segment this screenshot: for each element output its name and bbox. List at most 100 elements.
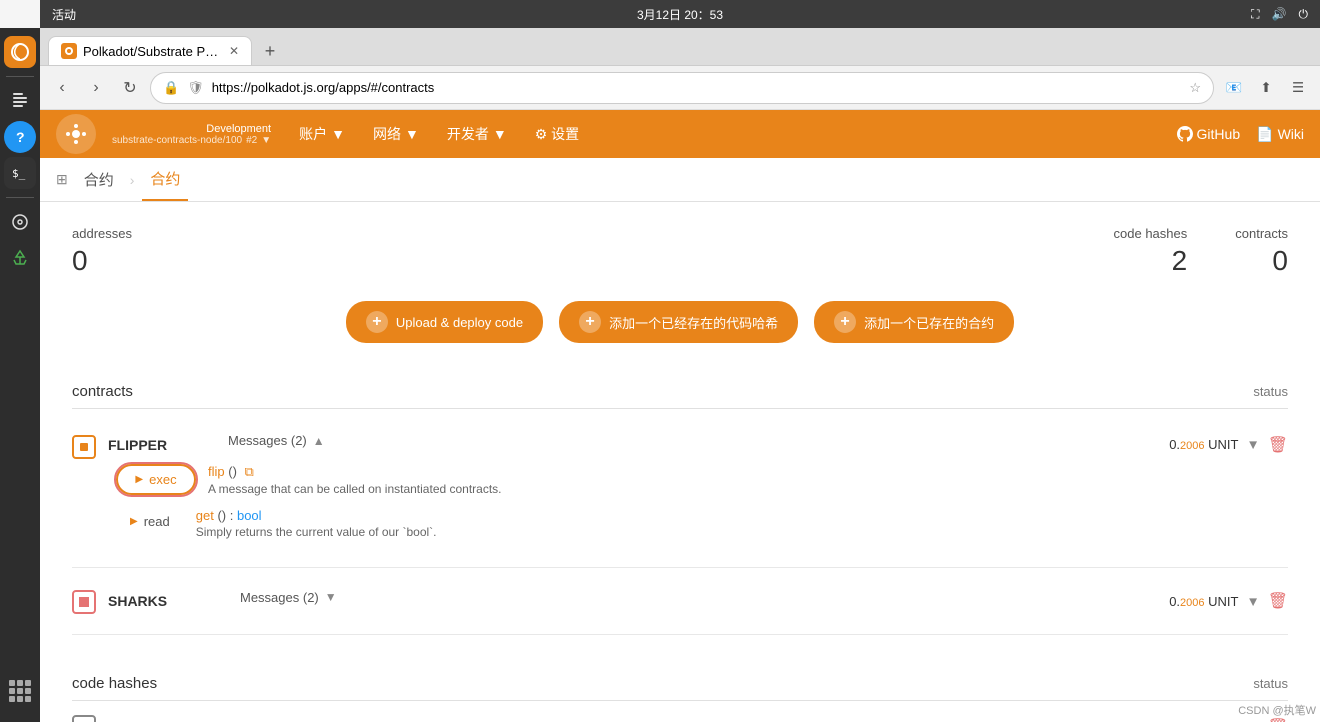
code-hashes-status-label: status	[1253, 676, 1288, 691]
browser-tabs-bar: Polkadot/Substrate Port... ✕ +	[40, 28, 1320, 66]
flipper-right: 0.2006 UNIT ▼ 🗑	[1169, 435, 1288, 455]
forward-button[interactable]: ›	[82, 74, 110, 102]
get-fn-return: bool	[237, 508, 262, 523]
add-code-hash-button[interactable]: + 添加一个已经存在的代码哈希	[559, 301, 798, 343]
nav-settings[interactable]: ⚙ 设置	[523, 118, 591, 150]
os-top-bar-right: ⛶ 🔊 ⏻	[1251, 7, 1308, 22]
firefox-icon[interactable]	[4, 36, 36, 68]
page-tabs: ⊞ 合约 › 合约	[40, 158, 1320, 202]
security-icon: 🔒	[163, 80, 179, 96]
sharks-chevron-button[interactable]: ▼	[1246, 594, 1259, 609]
contracts-section-header: contracts status	[72, 375, 1288, 409]
stat-contracts: contracts 0	[1235, 226, 1288, 277]
volume-icon: 🔊	[1272, 7, 1287, 21]
node-name: substrate-contracts-node/100	[112, 135, 242, 146]
flipper-copy-hash-button[interactable]: ⧉	[1173, 719, 1183, 722]
add-hash-label: 添加一个已经存在的代码哈希	[609, 313, 778, 332]
get-description: Simply returns the current value of our …	[196, 525, 1280, 539]
flipper-unit-display: 0.2006 UNIT	[1169, 437, 1238, 452]
help-icon[interactable]: ?	[4, 121, 36, 153]
addresses-value: 0	[72, 245, 132, 277]
terminal-icon[interactable]: $_	[4, 157, 36, 189]
menu-button[interactable]: ☰	[1284, 74, 1312, 102]
get-message-row: ▶ read get () : bool	[108, 508, 1288, 539]
add-hash-plus-icon: +	[579, 311, 601, 333]
svg-text:?: ?	[16, 129, 25, 145]
action-buttons: + Upload & deploy code + 添加一个已经存在的代码哈希 +…	[72, 301, 1288, 343]
url-input[interactable]	[212, 80, 1182, 95]
code-hashes-value: 2	[1114, 245, 1188, 277]
refresh-button[interactable]: ↻	[116, 74, 144, 102]
tab-close-button[interactable]: ✕	[229, 44, 239, 58]
nav-brand[interactable]: Development substrate-contracts-node/100…	[112, 123, 271, 146]
apps-grid-icon[interactable]	[5, 676, 35, 706]
browser-window: Polkadot/Substrate Port... ✕ + ‹ › ↻ 🔒 🛡…	[40, 28, 1320, 722]
nav-developer[interactable]: 开发者 ▼	[435, 118, 519, 150]
flip-copy-icon[interactable]: ⧉	[245, 464, 254, 479]
flip-exec-button[interactable]: ▶ exec	[116, 464, 196, 495]
stats-right: code hashes 2 contracts 0	[1114, 226, 1288, 277]
add-contract-label: 添加一个已存在的合约	[864, 313, 994, 332]
flip-title: flip () ⧉	[208, 464, 1280, 480]
code-hashes-title: code hashes	[72, 675, 157, 692]
sharks-icon	[72, 590, 96, 614]
get-title: get () : bool	[196, 508, 1280, 523]
flipper-messages-toggle[interactable]: Messages (2) ▲	[228, 433, 1169, 448]
add-contract-button[interactable]: + 添加一个已存在的合约	[814, 301, 1014, 343]
accounts-arrow: ▼	[331, 126, 345, 142]
flip-fn-name: flip	[208, 464, 225, 479]
flipper-code-icon: </>	[72, 715, 96, 722]
bookmarks-button[interactable]: 📧	[1220, 74, 1248, 102]
files-icon[interactable]	[4, 85, 36, 117]
wiki-icon: 📄	[1256, 126, 1273, 143]
contracts-value: 0	[1235, 245, 1288, 277]
app-navbar: Development substrate-contracts-node/100…	[40, 110, 1320, 158]
flip-play-icon: ▶	[135, 474, 143, 485]
developer-arrow: ▼	[493, 126, 507, 142]
get-read-button[interactable]: ▶ read	[116, 508, 184, 535]
flipper-messages-label: Messages (2)	[228, 433, 307, 448]
nav-network[interactable]: 网络 ▼	[361, 118, 431, 150]
contracts-label: contracts	[1235, 226, 1288, 241]
sharks-unit-prefix: 0.	[1169, 594, 1180, 609]
address-bar: 🔒 🛡 ☆	[150, 72, 1214, 104]
tab-contracts-1[interactable]: 合约	[76, 159, 122, 200]
sharks-messages-label: Messages (2)	[240, 590, 319, 605]
disc-icon[interactable]	[4, 206, 36, 238]
browser-toolbar: ‹ › ↻ 🔒 🛡 ☆ 📧 ⬆ ☰	[40, 66, 1320, 110]
flipper-chevron-button[interactable]: ▼	[1246, 437, 1259, 452]
flipper-code-hash-row: </> FLIPPER Constructors (2) ▼ 0xa816ab.…	[72, 701, 1288, 722]
sharks-contract-row: SHARKS Messages (2) ▼ 0.2006 UNIT ▼ 🗑	[72, 568, 1288, 635]
tab-favicon	[61, 43, 77, 59]
new-tab-button[interactable]: +	[256, 37, 284, 65]
back-button[interactable]: ‹	[48, 74, 76, 102]
sharks-unit-display: 0.2006 UNIT	[1169, 594, 1238, 609]
flipper-content: FLIPPER Messages (2) ▲ 0.2006	[108, 433, 1288, 551]
github-link[interactable]: GitHub	[1177, 126, 1241, 142]
nav-menu-items: 账户 ▼ 网络 ▼ 开发者 ▼ ⚙ 设置	[287, 118, 591, 150]
contracts-status-label: status	[1253, 384, 1288, 399]
nav-right: GitHub 📄 Wiki	[1177, 126, 1304, 143]
wiki-link[interactable]: 📄 Wiki	[1256, 126, 1304, 143]
recycle-icon[interactable]	[4, 242, 36, 274]
browser-tab-active[interactable]: Polkadot/Substrate Port... ✕	[48, 36, 252, 65]
add-contract-plus-icon: +	[834, 311, 856, 333]
get-read-label: read	[144, 514, 170, 529]
flip-fn-params: ()	[228, 464, 237, 479]
nav-accounts[interactable]: 账户 ▼	[287, 118, 357, 150]
sidebar-separator	[6, 76, 34, 77]
bookmark-star-icon[interactable]: ☆	[1189, 80, 1201, 96]
flipper-unit-prefix: 0.	[1169, 437, 1180, 452]
network-name: Development	[206, 123, 271, 135]
sharks-delete-button[interactable]: 🗑	[1268, 591, 1288, 611]
tab-contracts-2[interactable]: 合约	[142, 158, 188, 201]
stats-row: addresses 0 code hashes 2 contracts 0	[72, 226, 1288, 277]
contracts-title: contracts	[72, 383, 133, 400]
network-arrow: ▼	[405, 126, 419, 142]
flipper-delete-button[interactable]: 🗑	[1268, 435, 1288, 455]
upload-deploy-button[interactable]: + Upload & deploy code	[346, 301, 543, 343]
sharks-messages-toggle[interactable]: Messages (2) ▼	[240, 590, 337, 605]
get-info: get () : bool Simply returns the current…	[196, 508, 1280, 539]
share-button[interactable]: ⬆	[1252, 74, 1280, 102]
toolbar-actions: 📧 ⬆ ☰	[1220, 74, 1312, 102]
